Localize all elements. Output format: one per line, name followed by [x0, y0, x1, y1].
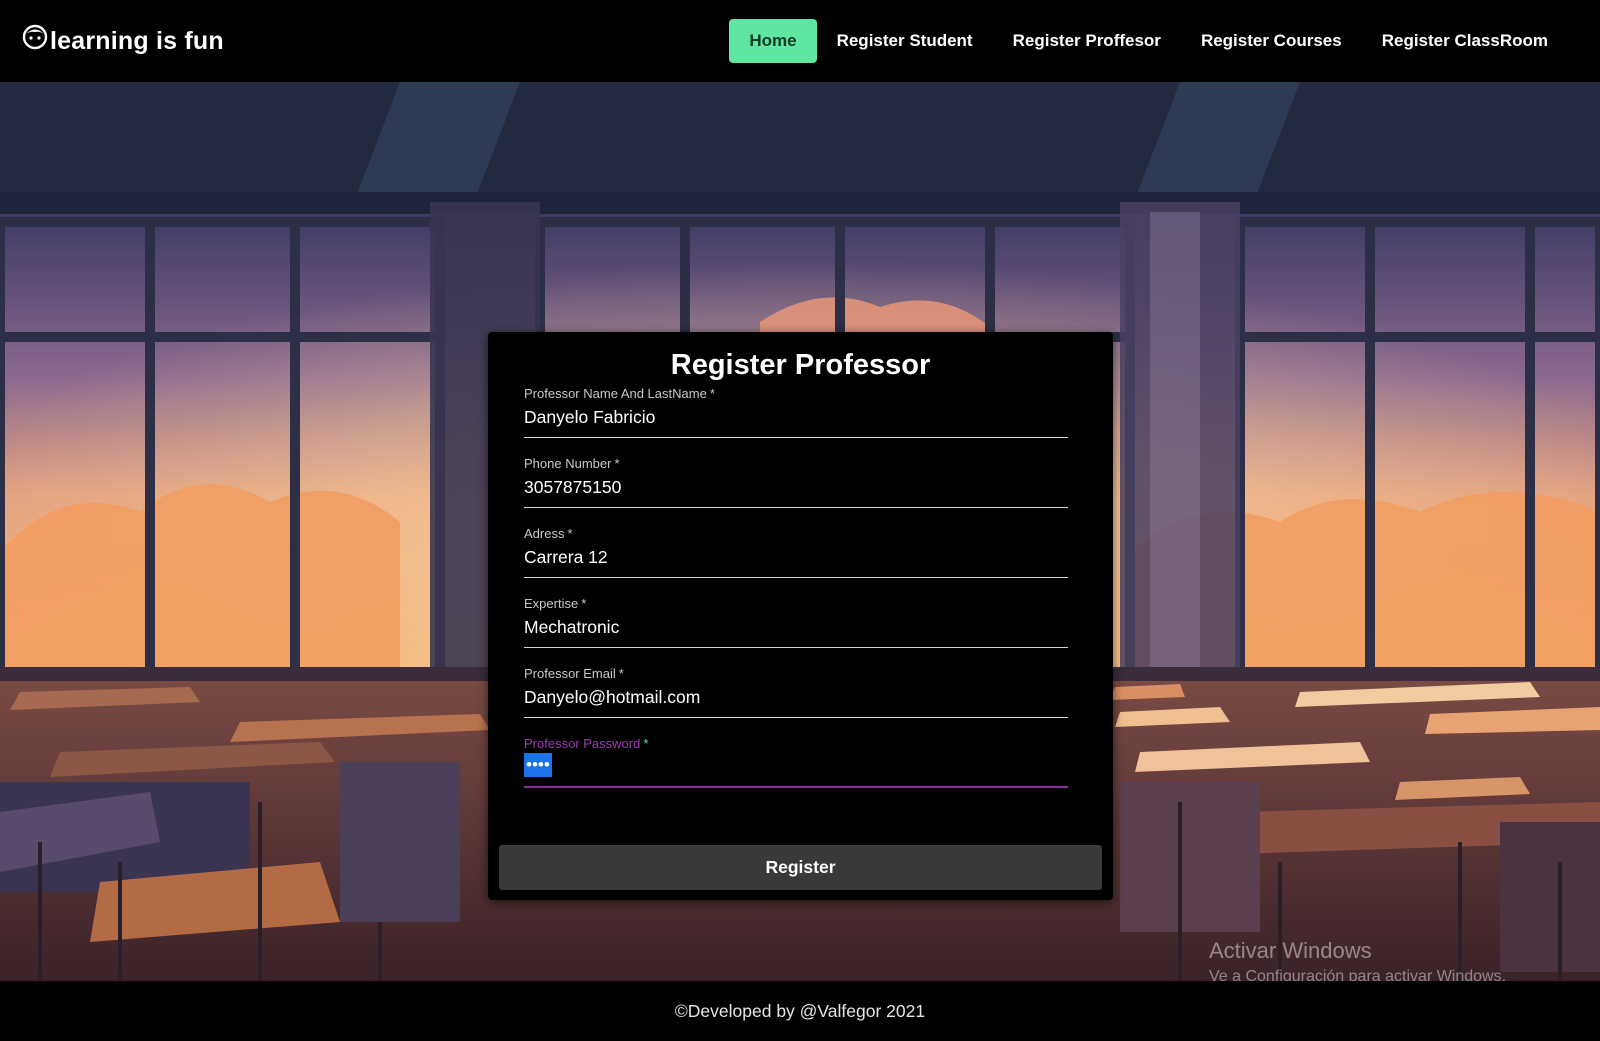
professor-email-field[interactable]: Professor Email *: [524, 666, 1068, 718]
nav-links: Home Register Student Register Proffesor…: [729, 19, 1568, 63]
phone-number-input[interactable]: [524, 473, 1068, 501]
nav-register-classroom[interactable]: Register ClassRoom: [1362, 20, 1568, 62]
register-professor-card: Register Professor Professor Name And La…: [488, 332, 1113, 900]
nav-home[interactable]: Home: [729, 19, 817, 63]
professor-email-input[interactable]: [524, 683, 1068, 711]
nav-register-professor[interactable]: Register Proffesor: [993, 20, 1181, 62]
professor-name-label: Professor Name And LastName *: [524, 386, 715, 401]
page-footer: ©Developed by @Valfegor 2021: [0, 981, 1600, 1041]
form-title: Register Professor: [670, 349, 931, 381]
professor-name-field[interactable]: Professor Name And LastName *: [524, 386, 1068, 438]
address-input[interactable]: [524, 543, 1068, 571]
expertise-field[interactable]: Expertise *: [524, 596, 1068, 648]
address-field[interactable]: Adress *: [524, 526, 1068, 578]
register-button[interactable]: Register: [499, 845, 1102, 890]
brand-name: learning is fun: [50, 26, 224, 55]
professor-password-field[interactable]: Professor Password * ••••: [524, 736, 1068, 788]
professor-email-label: Professor Email *: [524, 666, 624, 681]
expertise-input[interactable]: [524, 613, 1068, 641]
password-masked-value[interactable]: ••••: [524, 753, 552, 777]
nav-register-student[interactable]: Register Student: [817, 20, 993, 62]
phone-number-field[interactable]: Phone Number *: [524, 456, 1068, 508]
expertise-label: Expertise *: [524, 596, 587, 611]
top-navbar: learning is fun Home Register Student Re…: [0, 0, 1600, 82]
professor-name-input[interactable]: [524, 403, 1068, 431]
address-label: Adress *: [524, 526, 573, 541]
smiley-face-icon: [22, 24, 48, 50]
nav-register-courses[interactable]: Register Courses: [1181, 20, 1362, 62]
brand-logo[interactable]: learning is fun: [22, 24, 224, 56]
professor-password-label: Professor Password *: [524, 736, 649, 751]
footer-credit: ©Developed by @Valfegor 2021: [674, 1000, 926, 1021]
windows-activation-watermark: Activar Windows Ve a Configuración para …: [1209, 938, 1506, 986]
watermark-title: Activar Windows: [1209, 938, 1372, 963]
phone-number-label: Phone Number *: [524, 456, 620, 471]
